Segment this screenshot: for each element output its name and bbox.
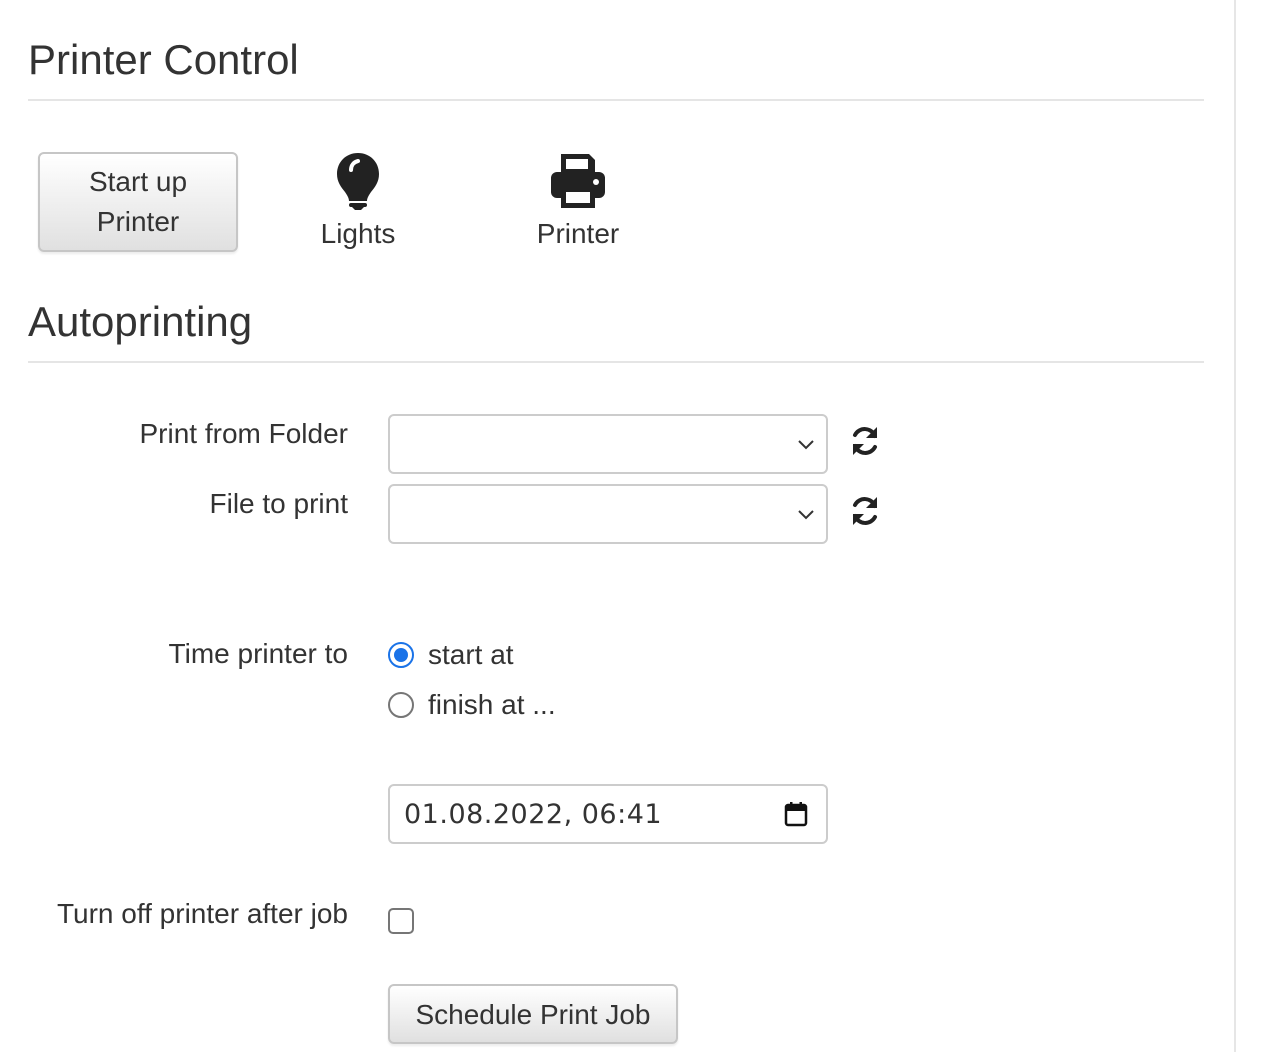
- lightbulb-icon: [278, 152, 438, 210]
- printer-control-heading: Printer Control: [28, 36, 299, 83]
- finish-at-label: finish at ...: [428, 689, 556, 720]
- turn-off-printer-label: Turn off printer after job: [56, 898, 348, 929]
- turn-off-printer-checkbox[interactable]: [388, 908, 414, 934]
- folder-select[interactable]: [388, 414, 828, 474]
- print-from-folder-label: Print from Folder: [139, 418, 349, 449]
- schedule-print-job-button[interactable]: Schedule Print Job: [388, 984, 678, 1044]
- datetime-value: 01.08.2022, 06:41: [404, 799, 663, 830]
- section-divider: [28, 361, 1204, 363]
- lights-toggle[interactable]: Lights: [278, 152, 438, 250]
- autoprinting-heading: Autoprinting: [28, 298, 253, 345]
- start-at-label: start at: [428, 639, 514, 670]
- printer-icon: [498, 152, 658, 210]
- startup-printer-button[interactable]: Start up Printer: [38, 152, 238, 252]
- printer-toggle[interactable]: Printer: [498, 152, 658, 250]
- startup-button-line1: Start up: [88, 166, 188, 197]
- lights-label: Lights: [320, 218, 396, 249]
- finish-at-radio[interactable]: [388, 692, 414, 718]
- time-printer-label: Time printer to: [168, 638, 348, 669]
- radio-finish-at[interactable]: finish at ...: [388, 688, 556, 722]
- section-divider: [28, 99, 1204, 101]
- start-at-radio[interactable]: [388, 642, 414, 668]
- page-edge-divider: [1234, 0, 1236, 1052]
- datetime-input[interactable]: 01.08.2022, 06:41: [388, 784, 828, 844]
- printer-label: Printer: [536, 218, 620, 249]
- chevron-down-icon: [796, 434, 816, 459]
- startup-button-line2: Printer: [96, 206, 180, 237]
- file-select[interactable]: [388, 484, 828, 544]
- chevron-down-icon: [796, 504, 816, 529]
- page: Printer Control Start up Printer Lights: [0, 0, 1284, 1052]
- refresh-folders-icon[interactable]: [848, 424, 882, 458]
- calendar-icon[interactable]: [784, 801, 808, 832]
- radio-start-at[interactable]: start at: [388, 638, 514, 672]
- file-to-print-label: File to print: [209, 488, 349, 519]
- refresh-files-icon[interactable]: [848, 494, 882, 528]
